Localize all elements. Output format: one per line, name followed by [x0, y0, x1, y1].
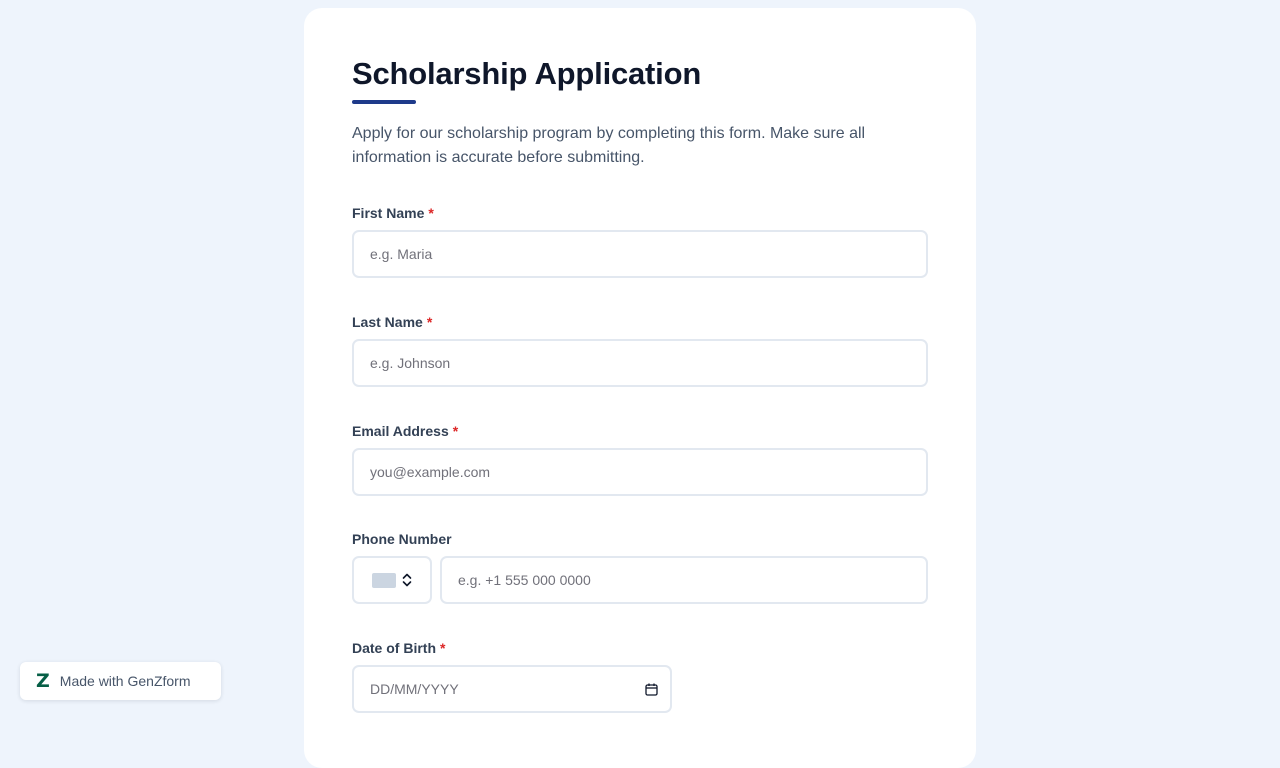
- flag-placeholder-icon: [372, 572, 396, 588]
- first-name-field: First Name * e.g. Maria: [352, 204, 928, 278]
- first-name-placeholder: e.g. Maria: [370, 246, 433, 262]
- form-fields: First Name * e.g. Maria Last Name * e.g. J…: [352, 170, 928, 730]
- required-mark: *: [440, 640, 446, 656]
- form-card: Scholarship Application Apply for our sc…: [304, 8, 976, 768]
- last-name-label: Last Name *: [352, 314, 433, 330]
- required-mark: *: [426, 314, 433, 330]
- phone-input[interactable]: e.g. +1 555 000 0000: [440, 556, 928, 604]
- required-mark: *: [428, 205, 434, 221]
- last-name-placeholder: e.g. Johnson: [370, 355, 451, 371]
- phone-label: Phone Number: [352, 531, 452, 547]
- made-with-badge[interactable]: Z Made with GenZform: [20, 662, 221, 700]
- badge-text: Made with GenZform: [59, 673, 191, 689]
- required-mark: *: [452, 423, 459, 439]
- dob-input[interactable]: DD/MM/YYYY: [352, 665, 672, 713]
- form-description: Apply for our scholarship program by com…: [352, 125, 866, 166]
- phone-placeholder: e.g. +1 555 000 0000: [458, 572, 591, 588]
- first-name-label: First Name *: [352, 205, 434, 221]
- last-name-input[interactable]: e.g. Johnson: [352, 339, 928, 387]
- dob-label: Date of Birth *: [352, 640, 446, 656]
- email-field: Email Address * you@example.com: [352, 422, 928, 496]
- chevron-up-down-icon: [402, 573, 412, 587]
- phone-field: Phone Number e.g. +1 555 000 0000: [352, 530, 928, 604]
- first-name-input[interactable]: e.g. Maria: [352, 230, 928, 278]
- form-content: Scholarship Application Apply for our sc…: [352, 56, 928, 730]
- last-name-field: Last Name * e.g. Johnson: [352, 313, 928, 387]
- country-code-select[interactable]: [352, 556, 432, 604]
- email-label: Email Address *: [352, 423, 459, 439]
- title-underline: [352, 100, 416, 104]
- calendar-icon[interactable]: [645, 683, 658, 696]
- email-placeholder: you@example.com: [370, 464, 491, 480]
- dob-field: Date of Birth * DD/MM/YYYY: [352, 639, 928, 713]
- email-input[interactable]: you@example.com: [352, 448, 928, 496]
- dob-placeholder: DD/MM/YYYY: [370, 681, 459, 697]
- genzform-logo-icon: Z: [36, 669, 50, 692]
- page-title: Scholarship Application: [352, 56, 702, 91]
